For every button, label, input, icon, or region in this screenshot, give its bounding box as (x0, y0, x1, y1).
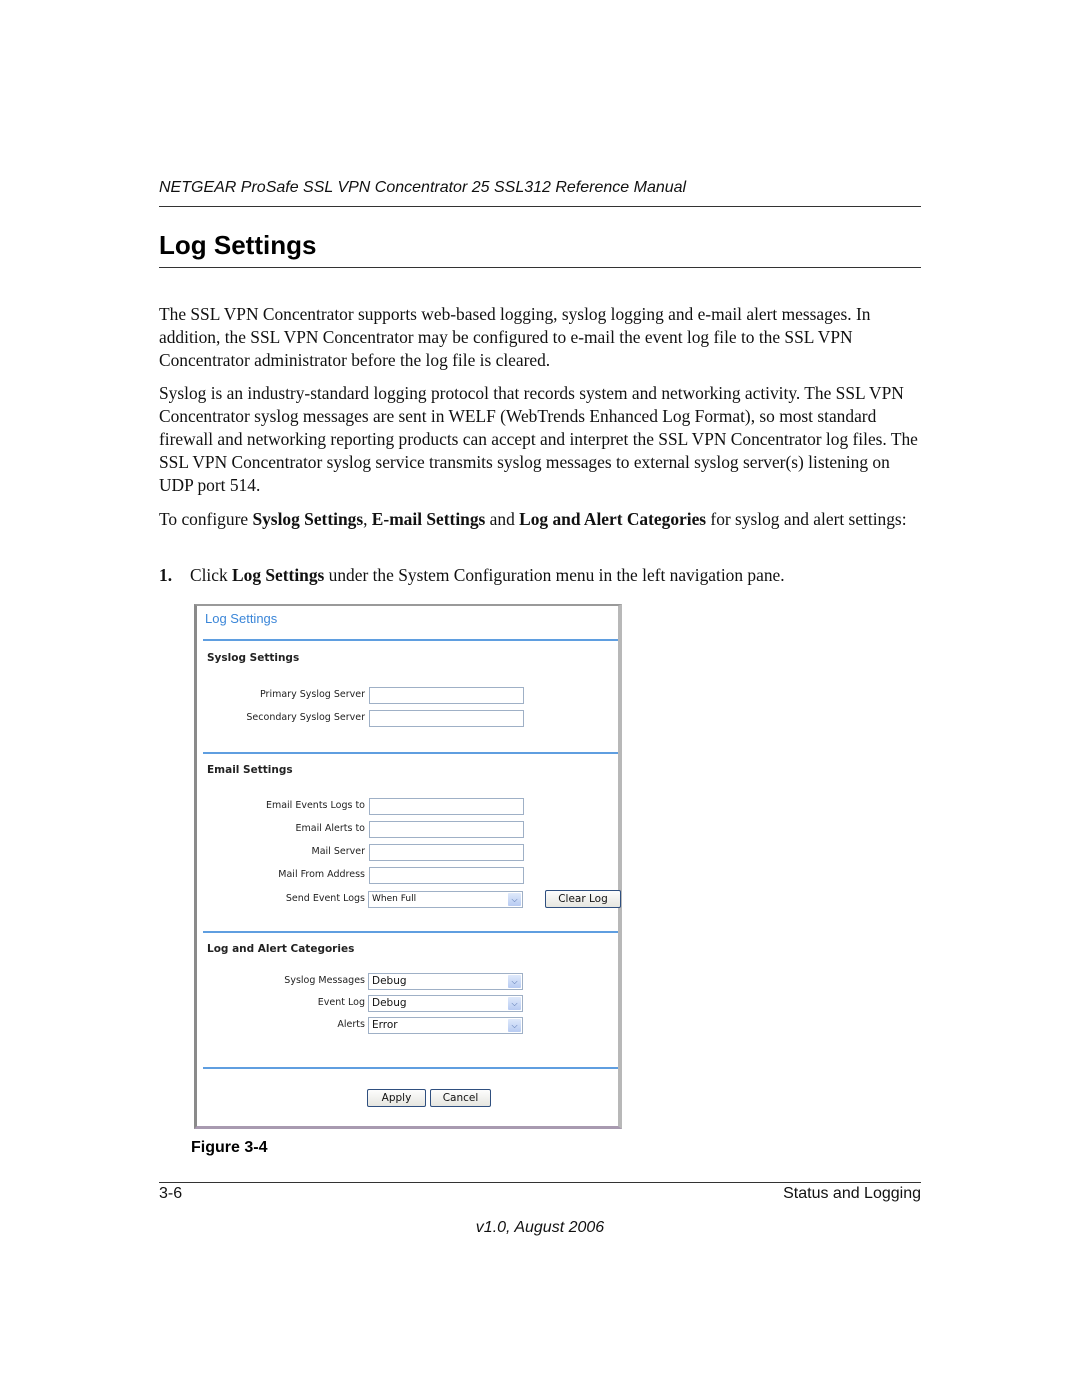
clear-log-button[interactable]: Clear Log (545, 890, 621, 908)
email-events-logs-input[interactable] (369, 798, 524, 815)
event-log-label: Event Log (317, 997, 365, 1008)
send-event-logs-select[interactable]: When Full ⌵ (368, 891, 523, 908)
mail-server-input[interactable] (369, 844, 524, 861)
chevron-down-icon[interactable]: ⌵ (508, 997, 521, 1010)
cancel-button[interactable]: Cancel (430, 1089, 491, 1107)
secondary-syslog-server-label: Secondary Syslog Server (246, 712, 365, 723)
footer-rule (159, 1182, 921, 1183)
alerts-row: Alerts Error ⌵ (197, 1017, 618, 1034)
section-divider (203, 931, 618, 933)
secondary-syslog-server-input[interactable] (369, 710, 524, 727)
chevron-down-icon[interactable]: ⌵ (508, 893, 521, 906)
chapter-name: Status and Logging (783, 1185, 921, 1202)
event-log-row: Event Log Debug ⌵ (197, 995, 618, 1012)
step-number: 1. (159, 565, 173, 585)
primary-syslog-server-row: Primary Syslog Server (197, 687, 618, 704)
primary-syslog-server-input[interactable] (369, 687, 524, 704)
primary-syslog-server-label: Primary Syslog Server (260, 689, 365, 700)
send-event-logs-label: Send Event Logs (285, 893, 365, 904)
chevron-down-icon[interactable]: ⌵ (508, 975, 521, 988)
screenshot-title: Log Settings (205, 611, 278, 626)
paragraph-intro: The SSL VPN Concentrator supports web-ba… (159, 304, 871, 370)
syslog-messages-value: Debug (372, 975, 407, 987)
log-settings-screenshot: Log Settings Syslog Settings Primary Sys… (194, 604, 622, 1129)
bold-term-syslog-settings: Syslog Settings (252, 509, 364, 529)
event-log-value: Debug (372, 997, 407, 1009)
email-events-logs-row: Email Events Logs to (197, 798, 618, 815)
mail-server-row: Mail Server (197, 844, 618, 861)
text-span: for syslog and alert settings: (706, 509, 907, 529)
syslog-messages-select[interactable]: Debug ⌵ (368, 973, 523, 990)
text-span: under the System Configuration menu in t… (324, 565, 785, 585)
email-alerts-label: Email Alerts to (295, 823, 366, 834)
running-header: NETGEAR ProSafe SSL VPN Concentrator 25 … (159, 179, 687, 196)
email-events-logs-label: Email Events Logs to (265, 800, 365, 811)
alerts-label: Alerts (337, 1019, 365, 1030)
document-version: v1.0, August 2006 (475, 1219, 605, 1236)
section-title-rule (159, 267, 921, 268)
section-title: Log Settings (159, 230, 317, 260)
syslog-messages-row: Syslog Messages Debug ⌵ (197, 973, 618, 990)
header-rule (159, 206, 921, 207)
email-alerts-input[interactable] (369, 821, 524, 838)
apply-button[interactable]: Apply (367, 1089, 426, 1107)
event-log-select[interactable]: Debug ⌵ (368, 995, 523, 1012)
text-span: Click (190, 565, 233, 585)
secondary-syslog-server-row: Secondary Syslog Server (197, 710, 618, 727)
mail-from-address-label: Mail From Address (278, 869, 365, 880)
paragraph-syslog: Syslog is an industry-standard logging p… (159, 383, 918, 495)
section-divider (203, 752, 618, 754)
paragraph-configure: To configure Syslog Settings, E-mail Set… (159, 508, 921, 531)
bold-term-email-settings: E-mail Settings (371, 509, 486, 529)
mail-from-address-input[interactable] (369, 867, 524, 884)
syslog-settings-heading: Syslog Settings (207, 652, 300, 664)
syslog-messages-label: Syslog Messages (284, 975, 365, 986)
mail-server-label: Mail Server (311, 846, 365, 857)
log-alert-categories-heading: Log and Alert Categories (207, 943, 355, 955)
mail-from-address-row: Mail From Address (197, 867, 618, 884)
section-divider (203, 639, 618, 641)
bold-term-log-alert-categories: Log and Alert Categories (519, 509, 707, 529)
alerts-value: Error (372, 1019, 398, 1031)
figure-caption: Figure 3-4 (191, 1139, 268, 1156)
chevron-down-icon[interactable]: ⌵ (508, 1019, 521, 1032)
bold-term-log-settings: Log Settings (232, 565, 325, 585)
email-settings-heading: Email Settings (207, 764, 293, 776)
manual-page: NETGEAR ProSafe SSL VPN Concentrator 25 … (0, 0, 1080, 1397)
send-event-logs-value: When Full (372, 894, 417, 904)
section-divider (203, 1067, 618, 1069)
step-1: 1. Click Log Settings under the System Co… (159, 564, 921, 587)
email-alerts-row: Email Alerts to (197, 821, 618, 838)
text-span: , (363, 509, 372, 529)
page-number: 3-6 (159, 1185, 183, 1202)
text-span: and (485, 509, 520, 529)
alerts-select[interactable]: Error ⌵ (368, 1017, 523, 1034)
text-span: To configure (159, 509, 253, 529)
